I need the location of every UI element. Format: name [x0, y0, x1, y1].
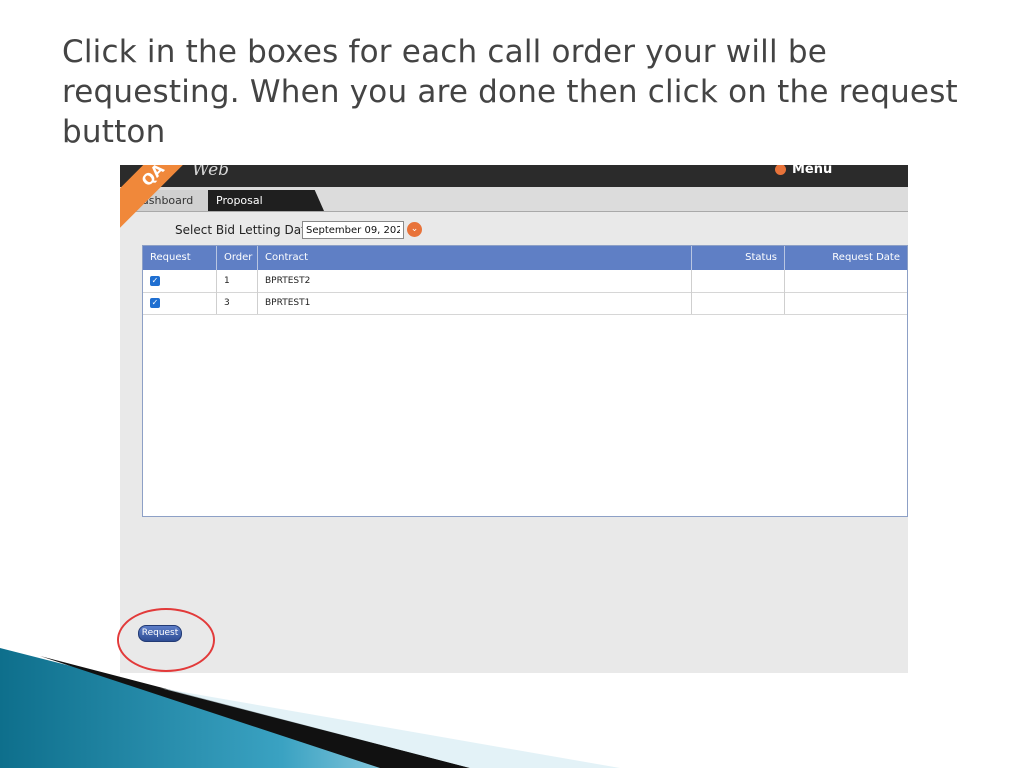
request-checkbox[interactable]: ✓ — [150, 276, 160, 286]
menu-button[interactable]: Menu — [775, 165, 832, 177]
request-cell: ✓ — [143, 292, 217, 314]
slide-title: Click in the boxes for each call order y… — [62, 34, 958, 150]
column-header-request[interactable]: Request — [143, 246, 217, 270]
order-cell: 3 — [217, 292, 258, 314]
column-header-request-date[interactable]: Request Date — [785, 246, 907, 270]
request-cell: ✓ — [143, 270, 217, 292]
request-date-cell — [785, 292, 907, 314]
column-header-order[interactable]: Order — [217, 246, 258, 270]
column-header-contract[interactable]: Contract — [258, 246, 692, 270]
slide-decoration — [0, 648, 620, 768]
app-name: Web — [192, 165, 230, 180]
column-header-status[interactable]: Status — [692, 246, 785, 270]
bid-letting-date-label: Select Bid Letting Date: — [175, 223, 318, 237]
status-cell — [692, 270, 785, 292]
grid-header: Request Order Contract Status Request Da… — [143, 246, 907, 270]
tab-proposal-request[interactable]: Proposal Request × — [208, 190, 324, 211]
bid-letting-date-input[interactable] — [302, 221, 404, 239]
app-topbar: Web Menu — [120, 165, 908, 187]
call-order-grid: Request Order Contract Status Request Da… — [142, 245, 908, 517]
contract-cell: BPRTEST2 — [258, 270, 692, 292]
order-cell: 1 — [217, 270, 258, 292]
menu-icon — [775, 165, 786, 175]
request-date-cell — [785, 270, 907, 292]
tab-bar: ashboard Proposal Request × — [120, 187, 908, 212]
request-checkbox[interactable]: ✓ — [150, 298, 160, 308]
table-row: ✓ 3 BPRTEST1 — [143, 292, 907, 315]
app-window: Web Menu ashboard Proposal Request × QA S… — [120, 165, 908, 673]
menu-label: Menu — [792, 165, 833, 177]
date-dropdown-icon[interactable]: ⌄ — [407, 222, 422, 237]
status-cell — [692, 292, 785, 314]
contract-cell: BPRTEST1 — [258, 292, 692, 314]
table-row: ✓ 1 BPRTEST2 — [143, 270, 907, 293]
